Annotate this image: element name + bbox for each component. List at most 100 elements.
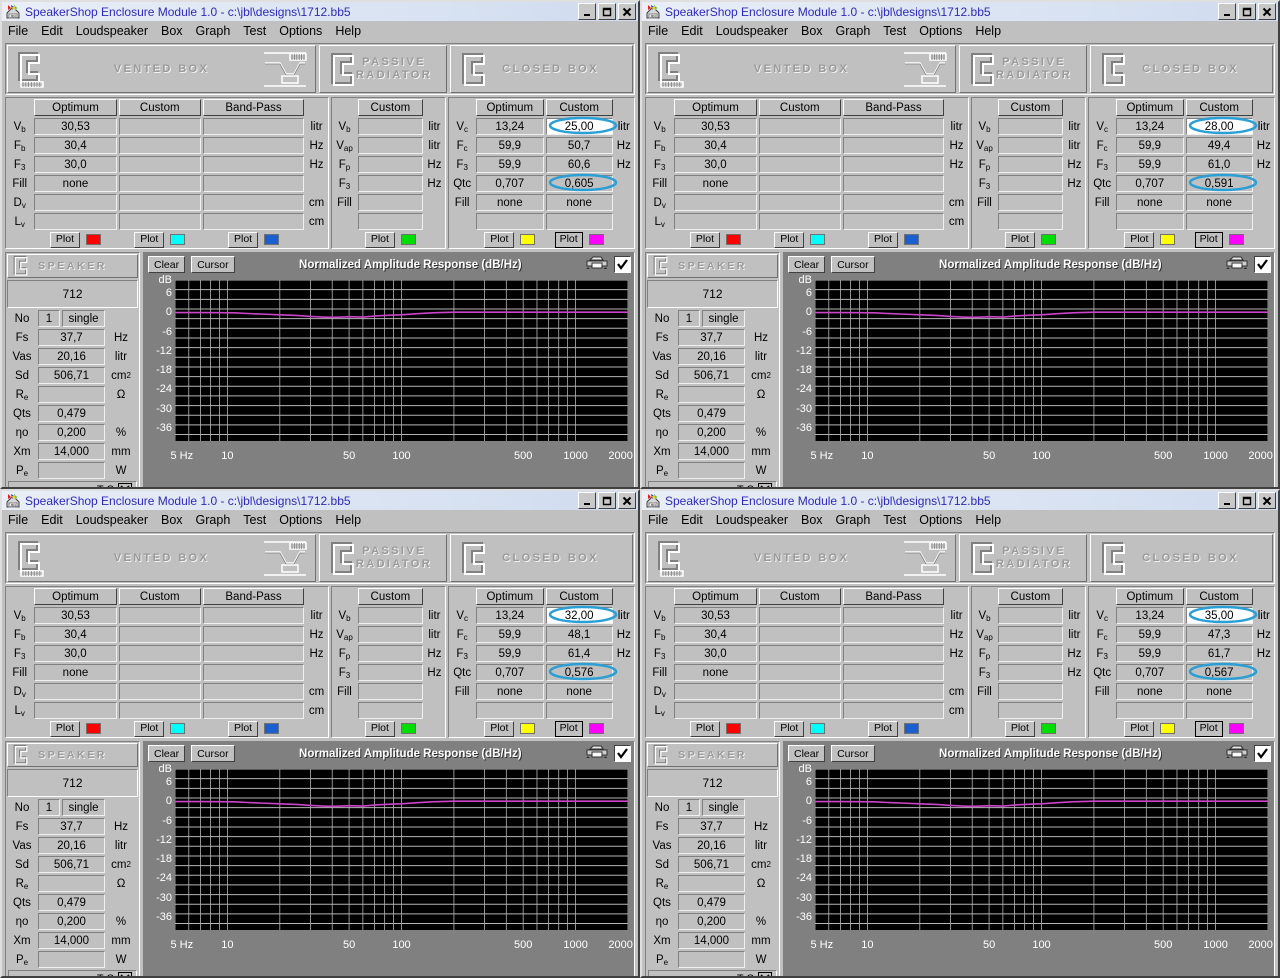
menu-item-edit[interactable]: Edit [41, 513, 63, 527]
closed-optimum-blank[interactable] [476, 213, 544, 230]
vented-optimum-Vb[interactable]: 30,53 [34, 607, 117, 624]
closed-custom-Fill[interactable]: none [1185, 683, 1253, 700]
speaker-ηo[interactable]: 0,200 [38, 913, 105, 930]
vented-custom-Vb[interactable] [118, 607, 201, 624]
title-bar[interactable]: JBL SpeakerShop Enclosure Module 1.0 - c:… [642, 2, 1278, 21]
speaker-Re[interactable] [678, 386, 745, 403]
printer-icon[interactable] [586, 256, 608, 274]
plot-vented-custom[interactable]: Plot [774, 231, 805, 248]
vented-bandpass-Fill[interactable] [842, 664, 945, 681]
passive-custom-Fp[interactable] [998, 645, 1063, 662]
vented-optimum-Fill[interactable]: none [674, 664, 757, 681]
menu-item-help[interactable]: Help [335, 24, 361, 38]
closed-optimum-Fill[interactable]: none [476, 683, 544, 700]
menu-item-box[interactable]: Box [801, 24, 823, 38]
closed-optimum-Fc[interactable]: 59,9 [1116, 137, 1184, 154]
closed-custom-F3[interactable]: 61,0 [1185, 156, 1253, 173]
plot-vented-bandpass[interactable]: Plot [867, 231, 899, 248]
plot-vented-optimum[interactable]: Plot [49, 720, 81, 737]
passive-custom-Fill[interactable] [998, 194, 1063, 211]
closed-optimum-F3[interactable]: 59,9 [1116, 156, 1184, 173]
speaker-Vas[interactable]: 20,16 [38, 837, 105, 854]
closed-custom-Qtc[interactable]: 0,576 [545, 664, 613, 681]
closed-optimum-Fc[interactable]: 59,9 [476, 626, 544, 643]
vented-box-header[interactable]: VENTED BOX [7, 534, 316, 582]
menu-item-loudspeaker[interactable]: Loudspeaker [716, 24, 788, 38]
speaker-Sd[interactable]: 506,71 [678, 856, 745, 873]
closed-optimum-blank[interactable] [476, 702, 544, 719]
plot-vented-bandpass[interactable]: Plot [867, 720, 899, 737]
menu-item-graph[interactable]: Graph [836, 24, 871, 38]
closed-optimum-F3[interactable]: 59,9 [1116, 645, 1184, 662]
speaker-Sd[interactable]: 506,71 [38, 856, 105, 873]
vented-bandpass-Lv[interactable] [842, 213, 945, 230]
vented-custom-F3[interactable] [758, 156, 841, 173]
vented-optimum-F3[interactable]: 30,0 [674, 156, 757, 173]
closed-box-header[interactable]: CLOSED BOX [1090, 534, 1273, 582]
vented-custom-header[interactable]: Custom [118, 588, 201, 605]
clear-button[interactable]: Clear [148, 745, 186, 762]
clear-button[interactable]: Clear [148, 256, 186, 273]
closed-custom-Qtc[interactable]: 0,567 [1185, 664, 1253, 681]
passive-custom-Fp[interactable] [358, 645, 423, 662]
menu-item-options[interactable]: Options [919, 513, 962, 527]
vented-custom-F3[interactable] [118, 645, 201, 662]
speaker-Pe[interactable] [38, 951, 105, 968]
vented-optimum-Fb[interactable]: 30,4 [674, 137, 757, 154]
vented-custom-header[interactable]: Custom [118, 99, 201, 116]
speaker-Fs[interactable]: 37,7 [678, 329, 745, 346]
vented-optimum-Fill[interactable]: none [34, 175, 117, 192]
speaker-No[interactable]: 1 [678, 799, 700, 816]
menu-item-graph[interactable]: Graph [836, 513, 871, 527]
speaker-Vas[interactable]: 20,16 [678, 837, 745, 854]
vented-optimum-F3[interactable]: 30,0 [34, 156, 117, 173]
closed-optimum-Qtc[interactable]: 0,707 [476, 664, 544, 681]
passive-custom-Vap[interactable] [358, 137, 423, 154]
cursor-button[interactable]: Cursor [191, 745, 235, 762]
closed-custom-header[interactable]: Custom [1185, 588, 1253, 605]
menu-item-loudspeaker[interactable]: Loudspeaker [716, 513, 788, 527]
closed-custom-blank[interactable] [545, 702, 613, 719]
plot-vented-custom[interactable]: Plot [774, 720, 805, 737]
closed-custom-blank[interactable] [1185, 702, 1253, 719]
vented-optimum-Fb[interactable]: 30,4 [674, 626, 757, 643]
passive-custom-Fp[interactable] [998, 156, 1063, 173]
vented-custom-Dv[interactable] [758, 683, 841, 700]
passive-radiator-header[interactable]: PASSIVE RADIATOR [319, 534, 447, 582]
plot-closed-optimum[interactable]: Plot [1124, 231, 1155, 248]
passive-custom-Fill[interactable] [998, 683, 1063, 700]
plot-vented-optimum[interactable]: Plot [689, 720, 721, 737]
vented-bandpass-F3[interactable] [202, 156, 305, 173]
clear-button[interactable]: Clear [788, 745, 826, 762]
passive-custom-header[interactable]: Custom [998, 99, 1063, 116]
plot-passive-custom[interactable]: Plot [364, 231, 395, 248]
vented-optimum-Dv[interactable] [34, 194, 117, 211]
title-bar[interactable]: JBL SpeakerShop Enclosure Module 1.0 - c:… [642, 491, 1278, 510]
passive-radiator-header[interactable]: PASSIVE RADIATOR [959, 45, 1087, 93]
closed-optimum-Fc[interactable]: 59,9 [1116, 626, 1184, 643]
speaker-Sd[interactable]: 506,71 [678, 367, 745, 384]
speaker-Re[interactable] [678, 875, 745, 892]
menu-item-help[interactable]: Help [975, 24, 1001, 38]
plot-vented-custom[interactable]: Plot [134, 231, 165, 248]
passive-custom-Vap[interactable] [998, 626, 1063, 643]
passive-custom-Vb[interactable] [358, 607, 423, 624]
vented-custom-Fill[interactable] [758, 664, 841, 681]
speaker-No-type[interactable]: single [62, 799, 105, 816]
vented-bandpass-Fb[interactable] [202, 626, 305, 643]
maximize-button[interactable] [598, 492, 616, 509]
menu-item-edit[interactable]: Edit [41, 24, 63, 38]
passive-custom-blank[interactable] [358, 213, 423, 230]
closed-optimum-Vc[interactable]: 13,24 [1116, 607, 1184, 624]
closed-optimum-Vc[interactable]: 13,24 [476, 118, 544, 135]
passive-custom-Vap[interactable] [998, 137, 1063, 154]
graph-canvas[interactable] [815, 280, 1268, 441]
vented-optimum-F3[interactable]: 30,0 [674, 645, 757, 662]
menu-item-graph[interactable]: Graph [196, 513, 231, 527]
passive-custom-F3[interactable] [358, 664, 423, 681]
plot-vented-optimum[interactable]: Plot [49, 231, 81, 248]
closed-custom-Vc[interactable]: 32,00 [545, 607, 613, 624]
vented-bandpass-Vb[interactable] [202, 118, 305, 135]
passive-custom-F3[interactable] [998, 175, 1063, 192]
passive-custom-blank[interactable] [998, 702, 1063, 719]
